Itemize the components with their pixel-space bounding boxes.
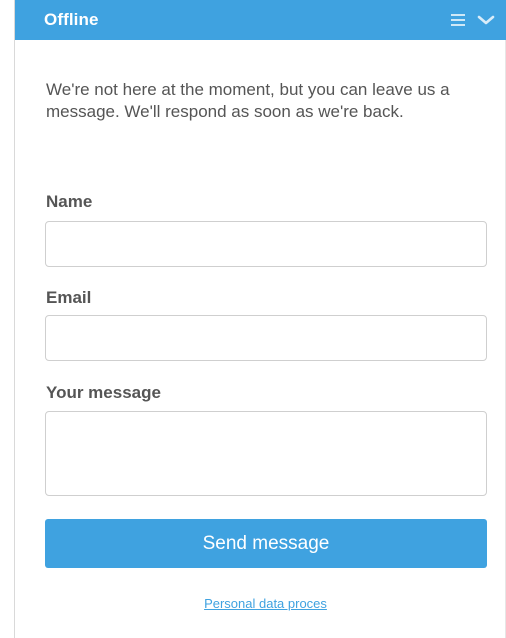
email-input[interactable] [45,315,487,361]
message-label: Your message [46,383,161,402]
widget-header: Offline [15,0,506,40]
offline-intro-text: We're not here at the moment, but you ca… [46,80,450,121]
header-title: Offline [44,10,99,29]
chat-widget: Offline We're not here at the moment, bu… [14,0,506,638]
message-textarea[interactable] [45,411,487,496]
email-label: Email [46,288,92,307]
name-label: Name [46,192,93,211]
chevron-down-icon[interactable] [476,10,496,30]
name-input[interactable] [45,221,487,267]
personal-data-link[interactable]: Personal data proces [15,596,506,611]
menu-icon[interactable] [448,10,468,30]
header-icons [448,10,496,30]
send-message-button[interactable]: Send message [45,519,487,568]
